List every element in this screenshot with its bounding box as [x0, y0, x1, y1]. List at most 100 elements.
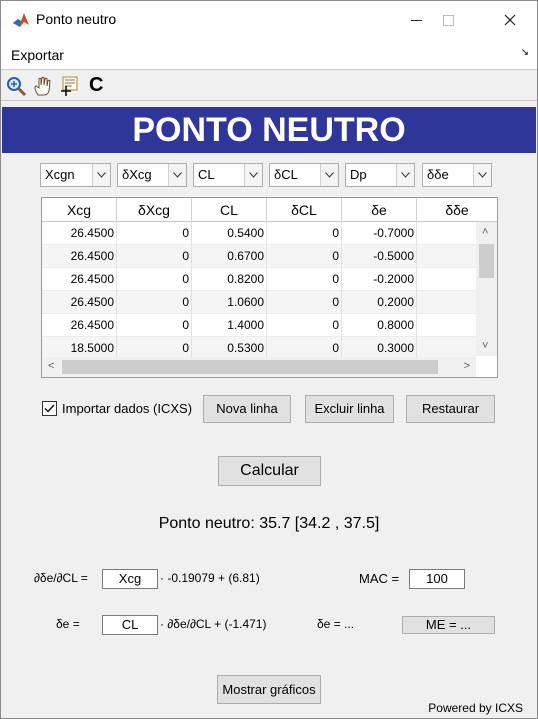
table-cell[interactable]: -0.7000: [342, 222, 417, 245]
table-cell[interactable]: 0: [117, 291, 192, 314]
close-icon: [504, 14, 516, 26]
calculate-button[interactable]: Calcular: [218, 456, 321, 486]
dock-arrow-icon[interactable]: ↘: [521, 47, 529, 58]
toolbar: C: [1, 69, 537, 101]
chevron-up-icon[interactable]: ˄: [482, 226, 488, 238]
minimize-icon: [410, 19, 422, 21]
dropdown-value: Xcgn: [45, 167, 75, 182]
mac-label: MAC =: [359, 571, 400, 586]
table-cell[interactable]: 0.5400: [192, 222, 267, 245]
table-row[interactable]: 26.4500 0 0.8200 0 -0.2000: [42, 268, 476, 291]
title-bar: Ponto neutro: [1, 1, 537, 39]
chevron-left-icon[interactable]: ˂: [48, 360, 54, 372]
table-header: Xcg δXcg CL δCL δe δδe: [42, 198, 497, 222]
table-body: 26.4500 0 0.5400 0 -0.7000 26.4500 0 0.6…: [42, 222, 476, 360]
dropdown-dde[interactable]: δδe: [422, 163, 492, 187]
table-cell[interactable]: 0.6700: [192, 245, 267, 268]
mac-input[interactable]: 100: [409, 569, 465, 589]
table-cell[interactable]: 0: [117, 268, 192, 291]
table-cell[interactable]: 0: [117, 314, 192, 337]
table-cell[interactable]: [417, 291, 476, 314]
table-row[interactable]: 26.4500 0 0.6700 0 -0.5000: [42, 245, 476, 268]
column-header[interactable]: δδe: [417, 198, 497, 222]
table-row[interactable]: 26.4500 0 1.4000 0 0.8000: [42, 314, 476, 337]
table-cell[interactable]: 26.4500: [42, 222, 117, 245]
powered-by-label: Powered by ICXS: [428, 701, 523, 715]
delete-row-button[interactable]: Excluir linha: [305, 395, 394, 423]
chevron-down-icon[interactable]: ˅: [482, 340, 488, 352]
pan-hand-icon[interactable]: [32, 75, 54, 97]
restore-button[interactable]: Restaurar: [406, 395, 495, 423]
import-checkbox[interactable]: [42, 401, 57, 416]
column-header[interactable]: δCL: [267, 198, 342, 222]
neutral-point-result: Ponto neutro: 35.7 [34.2 , 37.5]: [158, 515, 380, 532]
zoom-in-icon[interactable]: [5, 75, 27, 97]
table-cell[interactable]: 26.4500: [42, 268, 117, 291]
data-table[interactable]: Xcg δXcg CL δCL δe δδe 26.4500 0 0.5400 …: [41, 197, 498, 378]
dropdown-xcgn[interactable]: Xcgn: [40, 163, 111, 187]
me-button[interactable]: ME = ...: [402, 616, 495, 634]
chevron-down-icon: [168, 164, 186, 186]
c-icon[interactable]: C: [89, 73, 111, 96]
menu-exportar[interactable]: Exportar: [11, 47, 64, 63]
de-result: δe = ...: [317, 617, 355, 631]
horizontal-scroll-thumb[interactable]: [62, 360, 438, 374]
dropdown-dp[interactable]: Dp: [345, 163, 415, 187]
vertical-scrollbar[interactable]: ˄ ˅: [476, 222, 497, 356]
vertical-scroll-thumb[interactable]: [479, 244, 494, 278]
close-button[interactable]: [487, 1, 533, 39]
cl-field[interactable]: CL: [102, 615, 158, 635]
xcg-field[interactable]: Xcg: [102, 569, 158, 589]
table-cell[interactable]: [417, 314, 476, 337]
column-header[interactable]: Xcg: [42, 198, 117, 222]
table-cell[interactable]: 26.4500: [42, 245, 117, 268]
dropdown-value: δCL: [274, 167, 298, 182]
table-cell[interactable]: 0: [117, 222, 192, 245]
dropdown-cl[interactable]: CL: [193, 163, 263, 187]
table-row[interactable]: 26.4500 0 1.0600 0 0.2000: [42, 291, 476, 314]
table-cell[interactable]: 0: [267, 222, 342, 245]
chevron-down-icon: [92, 164, 110, 186]
table-cell[interactable]: 0.8000: [342, 314, 417, 337]
new-row-button[interactable]: Nova linha: [203, 395, 291, 423]
maximize-button[interactable]: [425, 1, 471, 39]
chevron-down-icon: [396, 164, 414, 186]
table-cell[interactable]: [417, 268, 476, 291]
chevron-right-icon[interactable]: ˃: [464, 360, 470, 372]
table-cell[interactable]: 0: [267, 245, 342, 268]
de-dcl-label: ∂δe/∂CL =: [34, 571, 88, 585]
table-cell[interactable]: 1.0600: [192, 291, 267, 314]
table-cell[interactable]: 0: [117, 245, 192, 268]
dropdown-value: δδe: [427, 167, 449, 182]
import-label[interactable]: Importar dados (ICXS): [62, 401, 192, 416]
column-header[interactable]: δe: [342, 198, 417, 222]
dropdown-dcl[interactable]: δCL: [269, 163, 339, 187]
data-cursor-icon[interactable]: [59, 75, 81, 97]
de-label: δe =: [56, 617, 80, 631]
de-expression: · ∂δe/∂CL + (-1.471): [160, 617, 267, 631]
chevron-down-icon: [473, 164, 491, 186]
page-title: PONTO NEUTRO: [2, 107, 536, 153]
show-graphs-button[interactable]: Mostrar gráficos: [217, 675, 321, 704]
column-header[interactable]: CL: [192, 198, 267, 222]
table-cell[interactable]: [417, 222, 476, 245]
table-cell[interactable]: 26.4500: [42, 314, 117, 337]
horizontal-scrollbar[interactable]: ˂ ˃: [42, 357, 476, 377]
table-cell[interactable]: 26.4500: [42, 291, 117, 314]
table-cell[interactable]: 0: [267, 314, 342, 337]
table-row[interactable]: 26.4500 0 0.5400 0 -0.7000: [42, 222, 476, 245]
table-cell[interactable]: 0: [267, 268, 342, 291]
dropdown-value: δXcg: [122, 167, 152, 182]
table-cell[interactable]: [417, 245, 476, 268]
checkmark-icon: [44, 404, 55, 413]
table-cell[interactable]: 0.8200: [192, 268, 267, 291]
table-cell[interactable]: 0: [267, 291, 342, 314]
column-header[interactable]: δXcg: [117, 198, 192, 222]
dropdown-dxcg[interactable]: δXcg: [117, 163, 187, 187]
table-cell[interactable]: 0.2000: [342, 291, 417, 314]
table-cell[interactable]: 1.4000: [192, 314, 267, 337]
chevron-down-icon: [244, 164, 262, 186]
table-cell[interactable]: -0.5000: [342, 245, 417, 268]
table-cell[interactable]: -0.2000: [342, 268, 417, 291]
maximize-icon: [442, 14, 454, 26]
